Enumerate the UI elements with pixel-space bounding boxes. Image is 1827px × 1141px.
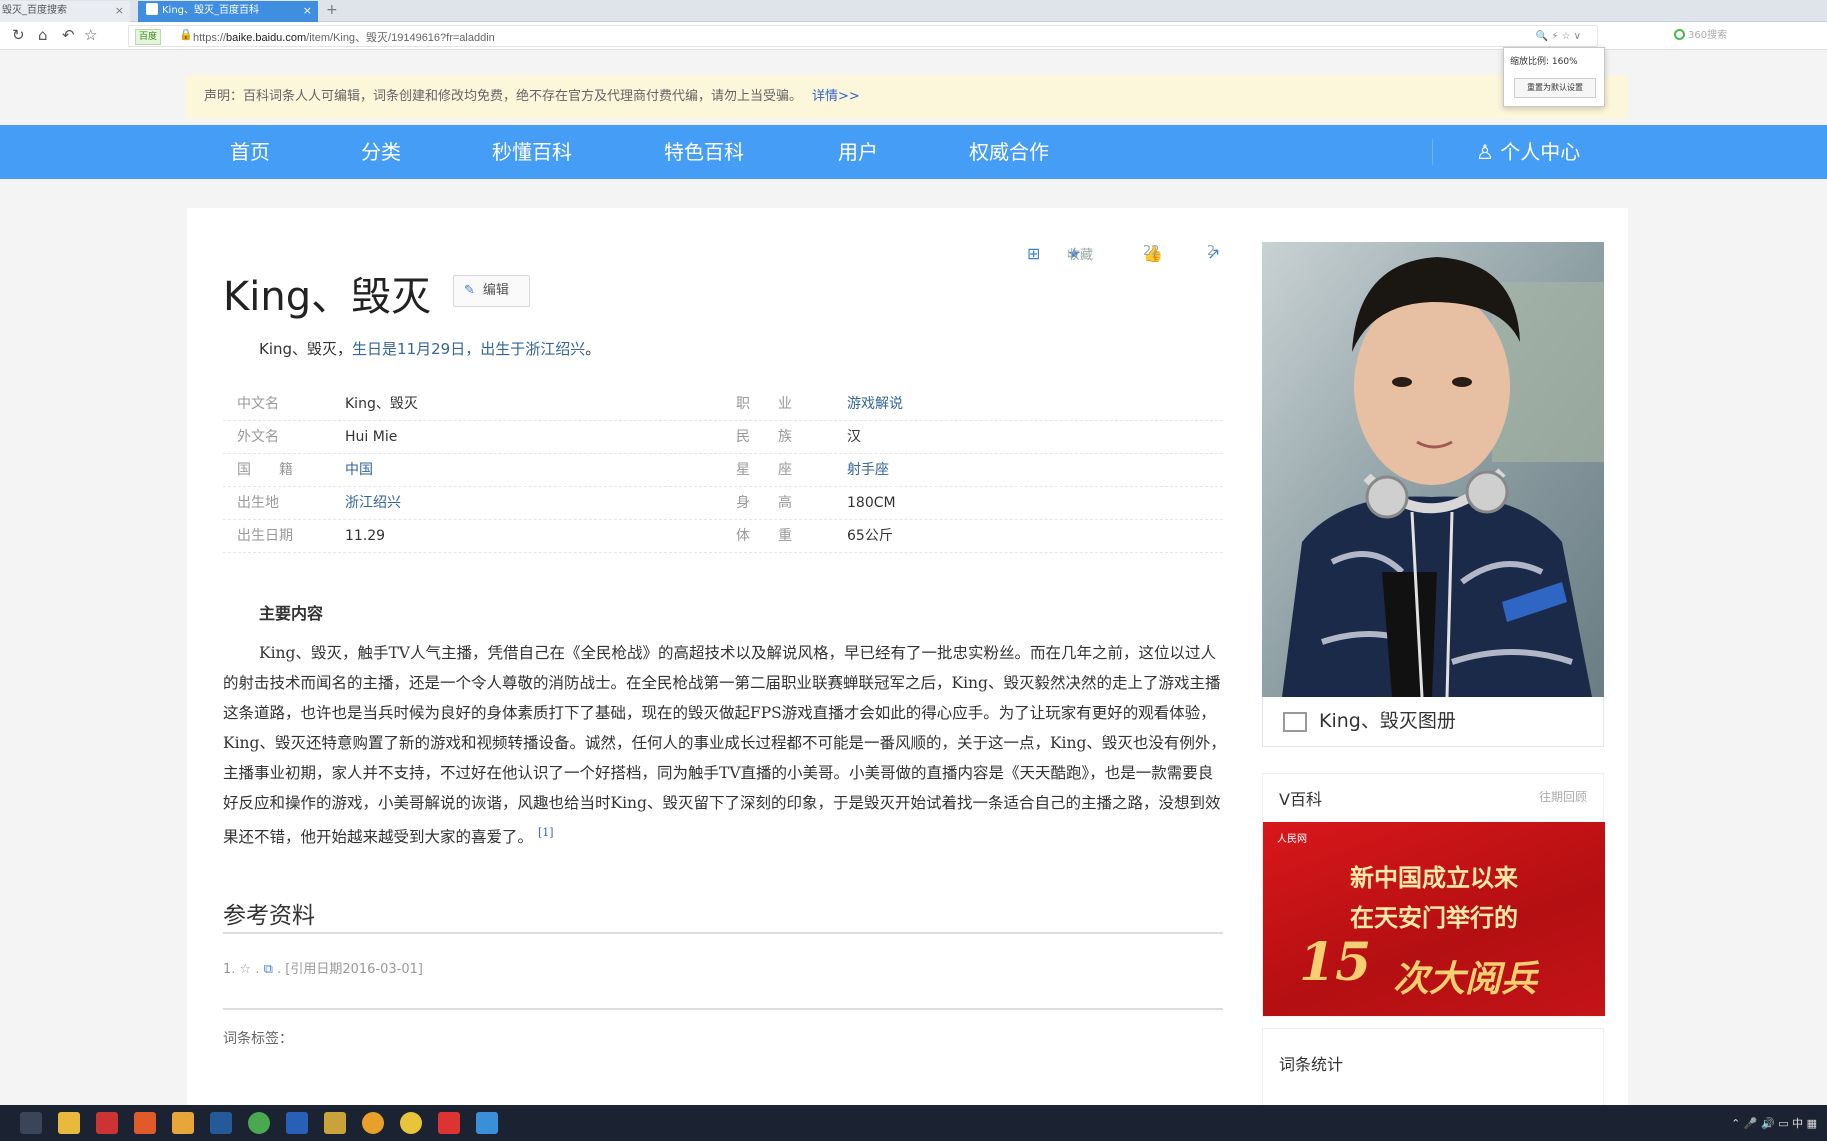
nav-category[interactable]: 分类 xyxy=(361,125,401,179)
app-icon[interactable] xyxy=(362,1112,384,1134)
shield-icon[interactable] xyxy=(172,1112,194,1134)
notice-link[interactable]: 详情>> xyxy=(812,89,860,104)
main-nav: 首页 分类 秒懂百科 特色百科 用户 权威合作 ♙ 个人中心 xyxy=(0,125,1827,179)
add-icon[interactable]: ⊞ xyxy=(1027,244,1040,263)
summary: King、毁灭，生日是11月29日，出生于浙江绍兴。 xyxy=(259,340,601,358)
app-icon[interactable] xyxy=(438,1112,460,1134)
close-icon[interactable]: × xyxy=(303,1,312,21)
address-bar: ↻ ⌂ ↶ ☆ 百度 🔒 https://baike.baidu.com/ite… xyxy=(0,22,1827,50)
banner-line: 新中国成立以来 xyxy=(1350,864,1518,892)
zoom-level: 缩放比例: 160% xyxy=(1510,57,1578,67)
task-view-icon[interactable] xyxy=(20,1112,42,1134)
content-card: King、毁灭 ✎ 编辑 ⊞ ★ 收藏 👍 22 ↗ 2 King、毁灭，生日是1… xyxy=(187,208,1628,1105)
app-icon[interactable] xyxy=(210,1112,232,1134)
divider xyxy=(223,932,1223,934)
infobox-row: 国 籍 中国 星 座 射手座 xyxy=(223,454,1223,487)
favicon-icon xyxy=(146,3,158,15)
gallery-icon xyxy=(1283,712,1307,732)
search-engine[interactable]: 360搜索 xyxy=(1674,26,1727,41)
banner-line: 次大阅兵 xyxy=(1393,958,1538,1000)
user-icon: ♙ xyxy=(1476,140,1494,164)
page: 声明：百科词条人人可编辑，词条创建和修改均免费，绝不存在官方及代理商付费代编，请… xyxy=(0,50,1827,1105)
undo-icon[interactable]: ↶ xyxy=(62,26,75,44)
tab-strip: 毁灭_百度搜索 × King、毁灭_百度百科 × + xyxy=(0,0,1827,22)
browser-icon[interactable] xyxy=(248,1112,270,1134)
star-icon[interactable]: ☆ xyxy=(84,26,97,44)
banner-line: 在天安门举行的 xyxy=(1350,904,1518,932)
album-link[interactable]: King、毁灭图册 xyxy=(1262,697,1604,747)
nav-user[interactable]: 用户 xyxy=(838,125,878,179)
infobox-row: 外文名 Hui Mie 民 族 汉 xyxy=(223,421,1223,454)
system-tray[interactable]: ⌃ 🎤 🔊 ▭ 中 ▦ xyxy=(1731,1115,1817,1131)
portrait-image xyxy=(1262,242,1604,697)
notice-text: 声明：百科词条人人可编辑，词条创建和修改均免费，绝不存在官方及代理商付费代编，请… xyxy=(204,89,803,104)
app-icon[interactable] xyxy=(96,1112,118,1134)
section-title: 主要内容 xyxy=(259,604,324,623)
home-icon[interactable]: ⌂ xyxy=(38,26,48,44)
secure-badge: 百度 xyxy=(135,29,162,45)
nav-divider xyxy=(1432,139,1433,165)
banner-logo: 人民网 xyxy=(1277,834,1307,845)
references-title: 参考资料 xyxy=(223,903,315,929)
app-icon[interactable] xyxy=(400,1112,422,1134)
infobox-row: 出生日期 11.29 体 重 65公斤 xyxy=(223,520,1223,553)
app-icon[interactable] xyxy=(134,1112,156,1134)
reference-item: 1. ☆ . ⧉ . [引用日期2016-03-01] xyxy=(223,962,423,977)
url-text: https://baike.baidu.com/item/King、毁灭/191… xyxy=(193,32,495,44)
vbaike-panel: V百科 往期回顾 人民网 新中国成立以来 在天安门举行的 15 次大阅兵 xyxy=(1262,773,1605,1017)
360-icon xyxy=(1674,29,1685,40)
app-icon[interactable] xyxy=(324,1112,346,1134)
citation-link[interactable]: [1] xyxy=(538,826,554,839)
nav-authority[interactable]: 权威合作 xyxy=(969,125,1049,179)
stats-title: 词条统计 xyxy=(1279,1055,1344,1074)
infobox-row: 出生地 浙江绍兴 身 高 180CM xyxy=(223,487,1223,520)
nav-special[interactable]: 特色百科 xyxy=(664,125,744,179)
summary-birthday-link[interactable]: 生日是11月29日， xyxy=(352,340,480,358)
close-icon[interactable]: × xyxy=(115,1,124,21)
infobox-link[interactable]: 浙江绍兴 xyxy=(345,487,401,519)
url-input[interactable]: 百度 🔒 https://baike.baidu.com/item/King、毁… xyxy=(128,25,1598,47)
app-icon[interactable] xyxy=(286,1112,308,1134)
new-tab-button[interactable]: + xyxy=(326,0,338,20)
tab-baike[interactable]: King、毁灭_百度百科 × xyxy=(138,1,318,22)
article-paragraph: King、毁灭，触手TV人气主播，凭借自己在《全民枪战》的高超技术以及解说风格，… xyxy=(223,644,1226,847)
nav-miaodong[interactable]: 秒懂百科 xyxy=(492,125,572,179)
infobox-row: 中文名 King、毁灭 职 业 游戏解说 xyxy=(223,388,1223,421)
tab-search[interactable]: 毁灭_百度搜索 × xyxy=(0,1,130,22)
vbaike-more-link[interactable]: 往期回顾 xyxy=(1539,788,1587,805)
external-link-icon[interactable]: ⧉ xyxy=(264,962,273,977)
pencil-icon: ✎ xyxy=(464,283,475,298)
lock-icon: 🔒 xyxy=(179,28,193,41)
profile-photo[interactable] xyxy=(1262,242,1604,697)
summary-birthplace-link[interactable]: 出生于浙江绍兴 xyxy=(480,340,585,358)
file-explorer-icon[interactable] xyxy=(58,1112,80,1134)
url-actions[interactable]: 🔍 ⚡ ☆ ∨ xyxy=(1536,31,1581,42)
banner-number: 15 xyxy=(1299,932,1372,993)
infobox: 中文名 King、毁灭 职 业 游戏解说 外文名 Hui Mie 民 族 汉 国… xyxy=(223,388,1223,553)
tab-label: King、毁灭_百度百科 xyxy=(162,5,260,16)
vbaike-title: V百科 xyxy=(1279,790,1322,809)
infobox-link[interactable]: 中国 xyxy=(345,454,373,486)
tags-title: 词条标签： xyxy=(223,1031,293,1047)
infobox-link[interactable]: 游戏解说 xyxy=(847,388,903,420)
taskbar: ⌃ 🎤 🔊 ▭ 中 ▦ xyxy=(0,1105,1827,1141)
nav-home[interactable]: 首页 xyxy=(230,125,270,179)
reload-icon[interactable]: ↻ xyxy=(12,26,25,44)
zoom-popup: 缩放比例: 160% 重置为默认设置 xyxy=(1503,47,1605,107)
app-icon[interactable] xyxy=(476,1112,498,1134)
edit-button[interactable]: ✎ 编辑 xyxy=(453,275,530,307)
zoom-reset-button[interactable]: 重置为默认设置 xyxy=(1514,78,1596,98)
page-title: King、毁灭 xyxy=(223,274,432,320)
stats-panel: 词条统计 xyxy=(1262,1028,1604,1105)
vbaike-banner[interactable]: 人民网 新中国成立以来 在天安门举行的 15 次大阅兵 xyxy=(1263,822,1605,1016)
notice-bar: 声明：百科词条人人可编辑，词条创建和修改均免费，绝不存在官方及代理商付费代编，请… xyxy=(186,75,1628,119)
tab-label: 毁灭_百度搜索 xyxy=(2,5,67,16)
nav-personal-center[interactable]: ♙ 个人中心 xyxy=(1476,125,1580,179)
infobox-link[interactable]: 射手座 xyxy=(847,454,889,486)
divider xyxy=(223,1008,1223,1010)
